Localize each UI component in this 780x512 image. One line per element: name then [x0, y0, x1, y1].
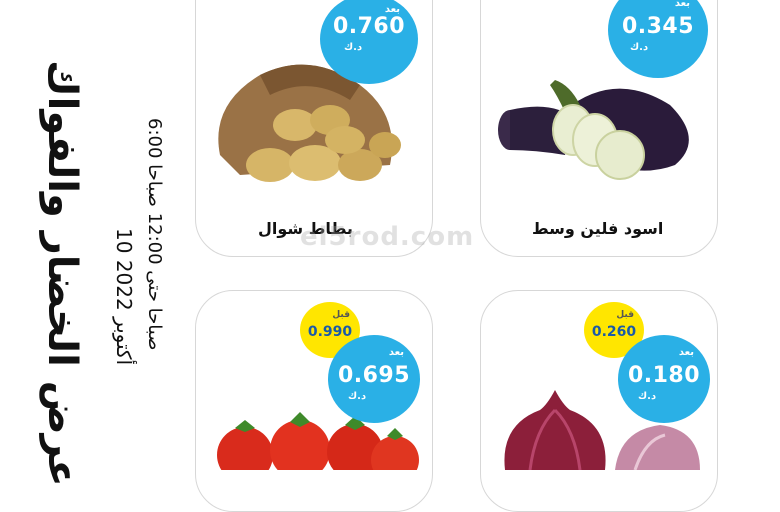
price-badge-tomatoes: بعد 0.695 د.ك: [328, 335, 420, 423]
eggplant-image: [498, 80, 689, 180]
offer-time: 6:00 صباحا حتى 12:00 صباحا: [144, 118, 165, 351]
offer-title: عرض الخضار والفواك: [39, 60, 85, 487]
offer-date: 10 أكتوبر 2022: [112, 228, 136, 366]
product-name-eggplant: اسود فلين وسط: [532, 219, 664, 238]
price-badge-onions: بعد 0.180 د.ك: [618, 335, 710, 423]
site-watermark: el5rod.com: [300, 222, 475, 252]
